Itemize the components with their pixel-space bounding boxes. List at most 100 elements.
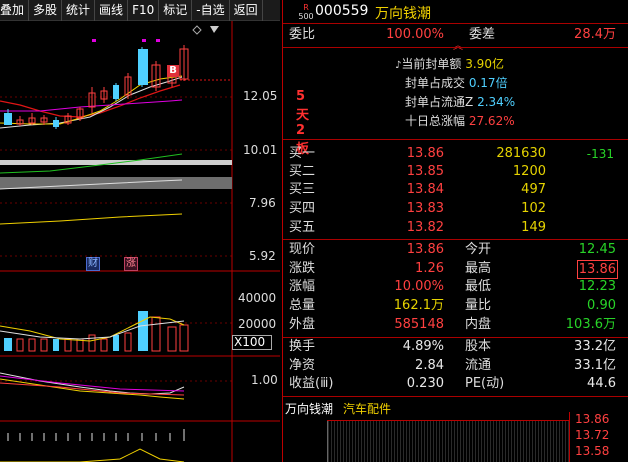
price-axis-label: 12.05 [243,89,278,103]
price-axis-label: 5.92 [249,249,276,263]
seal-row: 封单占成交 0.17倍 [405,73,628,93]
fin-value: 33.2亿 [574,339,616,354]
stat-value: 10.00% [394,279,444,294]
stat-value: 162.1万 [393,298,444,313]
bid-level-label: 买三 [289,182,316,197]
stat-value: 12.23 [578,279,616,294]
bid-row[interactable]: 买一 13.86 281630 -131 [289,144,628,164]
stat-row: 总量 162.1万 量比 0.90 [289,296,628,316]
stat-label: 现价 [289,242,316,257]
stat-label: 量比 [465,298,492,313]
weibi-value: 100.00% [386,27,444,42]
seal-value: 27.62% [468,114,515,128]
toolbar-button-draw-line[interactable]: 画线 [95,0,129,21]
bid-price: 13.83 [406,201,444,216]
market-badge-sub: 500 [298,12,314,21]
stat-label: 涨幅 [289,279,316,294]
mini-chart-top-line [327,420,569,421]
seal-label: 封单占成交 [405,76,466,90]
stat-label: 总量 [289,298,316,313]
bid-row[interactable]: 买二 13.85 1200 [289,162,628,182]
seal-row: 十日总涨幅 27.62% [405,111,628,131]
weibi-label: 委比 [289,27,316,42]
stat-value: 0.90 [587,298,616,313]
toolbar-button-statistics[interactable]: 统计 [62,0,96,21]
divider [283,47,628,48]
stat-label: 今开 [465,242,492,257]
diamond-icon[interactable] [192,25,202,35]
dropdown-triangle-icon[interactable] [210,26,219,33]
fin-value: 4.89% [402,339,444,354]
fin-label: 净资 [289,358,316,373]
fin-row: 收益(ⅲ) 0.230 PE(动) 44.6 [289,374,628,394]
stat-row: 现价 13.86 今开 12.45 [289,240,628,260]
fin-value: 2.84 [415,358,444,373]
stat-row: 外盘 585148 内盘 103.6万 [289,315,628,335]
volume-ma-yellow [0,316,185,342]
fin-label: 股本 [465,339,492,354]
mini-price-label: 13.58 [575,444,610,458]
divider [283,23,628,24]
stat-label: 最低 [465,279,492,294]
finance-event-icon[interactable]: 财 [86,257,100,271]
bid-price: 13.84 [406,182,444,197]
bid-volume: 102 [521,201,546,216]
weicha-label: 委差 [469,27,496,42]
fin-label: 收益(ⅲ) [289,376,334,391]
fin-value: 33.1亿 [574,358,616,373]
toolbar-button-mark[interactable]: 标记 [159,0,193,21]
bid-row[interactable]: 买五 13.82 149 [289,218,628,238]
toolbar-button-multi-stock[interactable]: 多股 [29,0,63,21]
bid-level-label: 买二 [289,164,316,179]
ma-line-yellow-long [0,213,183,225]
volume-axis-label: 40000 [238,291,277,305]
market-badge: R 500 [297,3,315,21]
price-axis-label: 10.01 [243,143,278,157]
stat-value: 12.45 [578,242,616,257]
mini-chart-axis [569,412,570,462]
limit-up-marker [142,39,146,42]
toolbar-button-overlay[interactable]: 叠加 [0,0,30,21]
kline-svg [0,21,280,462]
mini-chart-area [327,420,569,462]
stat-value: 1.26 [415,261,444,276]
divider [283,139,628,140]
seal-row: 封单占流通Z 2.34% [405,92,628,112]
limit-up-marker [156,39,160,42]
toolbar-button-remove-watchlist[interactable]: -自选 [192,0,230,21]
fin-value: 0.230 [406,376,444,391]
bid-level-label: 买一 [289,146,316,161]
mini-price-label: 13.72 [575,428,610,442]
toolbar-button-back[interactable]: 返回 [230,0,263,21]
stat-value: 13.86 [406,242,444,257]
stat-label: 涨跌 [289,261,316,276]
bid-row[interactable]: 买三 13.84 497 [289,180,628,200]
bid-level-label: 买四 [289,201,316,216]
fin-value: 44.6 [587,376,616,391]
stat-label: 外盘 [289,317,316,332]
bid-change: -131 [586,147,614,161]
ma-line-magenta [0,99,183,112]
fin-row: 换手 4.89% 股本 33.2亿 [289,337,628,357]
price-rise-event-icon[interactable]: 涨 [124,257,138,271]
indicator-histogram [7,429,185,441]
toolbar-button-f10[interactable]: F10 [128,0,160,21]
indicator-axis-label: 1.00 [251,373,278,387]
stat-label: 内盘 [465,317,492,332]
bid-price: 13.85 [406,164,444,179]
limit-up-marker [92,39,96,42]
bid-row[interactable]: 买四 13.83 102 [289,199,628,219]
quote-panel: R 500 000559 万向钱潮 委比 100.00% 委差 28.4万 ︽ … [282,0,628,462]
candlestick-chart-panel[interactable]: B 5天2板 12.05 10.01 7.96 5.92 40000 20000… [0,21,309,462]
market-badge-letter: R [303,3,309,12]
volume-ma-white [0,320,185,340]
stock-name: 万向钱潮 [375,6,431,22]
ma-line-red [0,84,181,118]
bid-volume: 1200 [512,164,546,179]
fin-label: 流通 [465,358,492,373]
mini-chart-sector[interactable]: 汽车配件 [343,400,391,417]
stat-value: 103.6万 [565,317,616,332]
seal-row: ♪当前封单额 3.90亿 [395,54,628,74]
mini-price-label: 13.86 [575,412,610,426]
seal-value: 2.34% [477,95,516,109]
